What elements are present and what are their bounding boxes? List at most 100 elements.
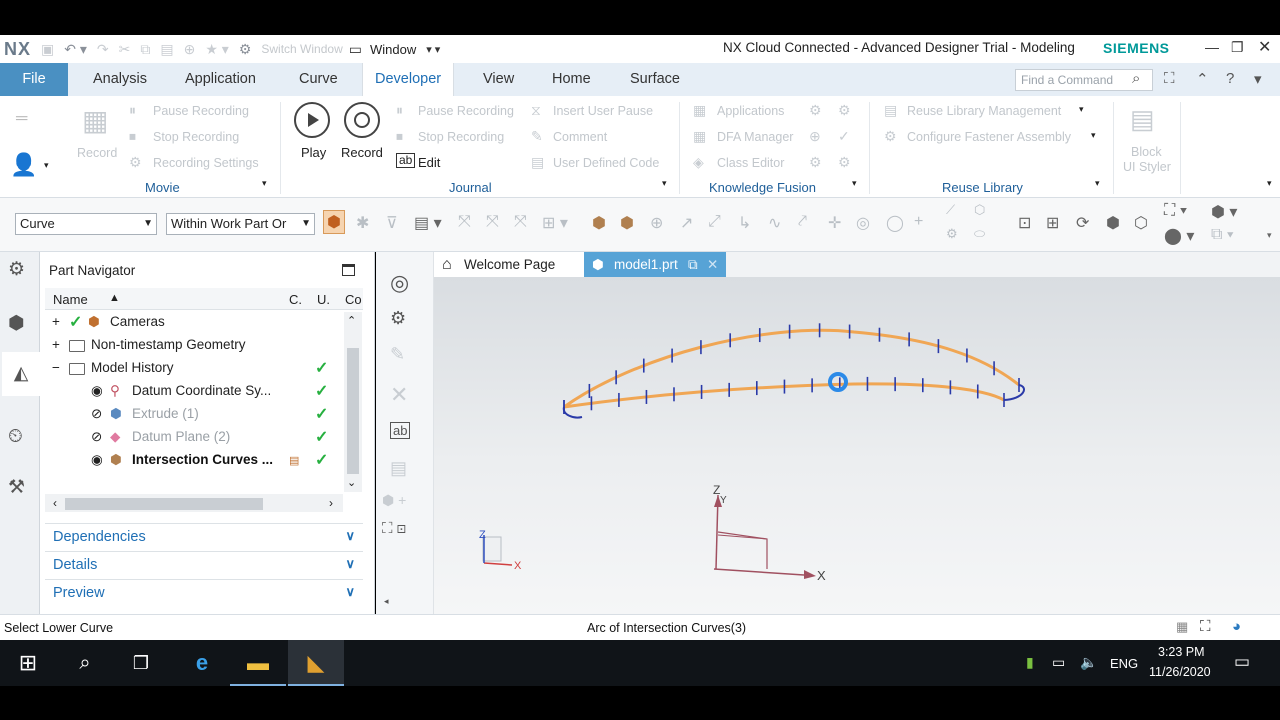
applications-button[interactable]: Applications — [717, 104, 784, 118]
snap-point-icon[interactable]: + — [914, 213, 923, 231]
tree-row-datum-plane[interactable]: ⊘ ◆ Datum Plane (2) ✓ — [45, 426, 345, 449]
snap-point-icon[interactable]: ◎ — [856, 213, 870, 233]
switch-window-button[interactable]: Switch Window — [261, 42, 342, 56]
record-button[interactable]: Record — [341, 145, 383, 160]
graphics-viewport[interactable]: X Z Y X Z — [434, 277, 1280, 614]
type-filter-select[interactable]: Curve ▼ — [15, 213, 157, 235]
expand-icon[interactable]: + — [52, 337, 60, 352]
toolbar-options-chevron-icon[interactable]: ▾ — [1267, 230, 1272, 241]
reuse-library-tool-icon[interactable]: ⚒ — [8, 476, 25, 499]
tree-row-intersection-curves[interactable]: ◉ ⬢ Intersection Curves ... ▤ ✓ — [45, 449, 345, 472]
copy-icon[interactable]: ⧉ — [140, 41, 150, 58]
journal-pause-button[interactable]: Pause Recording — [418, 104, 514, 118]
repeat-command-icon[interactable]: ⊕ — [184, 41, 196, 58]
chevron-down-icon[interactable]: ∨ — [345, 556, 355, 572]
cloud-status-icon[interactable]: ◕ — [1232, 618, 1241, 635]
snap-point-icon[interactable]: ⟋ — [946, 202, 955, 218]
assembly-navigator-icon[interactable]: ⬢ — [8, 312, 25, 335]
preview-panel[interactable]: Preview ∨ — [45, 579, 363, 606]
save-view-icon[interactable]: ▤ — [390, 458, 407, 479]
kf-tool-icon[interactable]: ⊕ — [809, 128, 821, 145]
scroll-right-icon[interactable]: › — [329, 496, 333, 510]
snap-point-icon[interactable]: ⊕ — [650, 213, 663, 233]
knowledge-fusion-chevron-icon[interactable]: ▾ — [852, 178, 857, 189]
dfa-manager-button[interactable]: DFA Manager — [717, 130, 793, 144]
edit-pencil-icon[interactable]: ✎ — [390, 344, 405, 365]
selection-options-icon[interactable]: ▤ ▾ — [414, 213, 442, 233]
filter-reset-icon[interactable]: ⊽ — [386, 213, 398, 233]
snap-point-icon[interactable]: ⬭ — [974, 226, 985, 242]
history-clock-icon[interactable]: ⏲ — [8, 426, 23, 448]
clock-date[interactable]: 11/26/2020 — [1149, 665, 1211, 679]
maximize-icon[interactable] — [342, 264, 355, 276]
snap-point-icon[interactable]: ⤤ — [798, 213, 807, 231]
chevron-down-icon[interactable]: ∨ — [345, 584, 355, 600]
tree-row-non-timestamp[interactable]: + Non-timestamp Geometry — [45, 334, 345, 357]
tab-surface[interactable]: Surface — [618, 63, 692, 96]
touch-mode-icon[interactable]: ⚙ — [239, 41, 252, 58]
clock-time[interactable]: 3:23 PM — [1158, 645, 1205, 659]
notification-icon[interactable]: ▭ — [1234, 652, 1250, 672]
annotation-icon[interactable]: ab — [390, 422, 411, 439]
role-icon[interactable]: 👤 — [10, 152, 37, 178]
full-screen-icon[interactable]: ⛶ — [1164, 70, 1175, 87]
snap-point-icon[interactable]: ⬡ — [974, 202, 985, 218]
snap-point-icon[interactable]: ↳ — [738, 213, 751, 233]
model-canvas[interactable]: X Z Y X Z — [434, 277, 1280, 614]
tab-curve[interactable]: Curve — [287, 63, 350, 96]
record-icon[interactable] — [344, 102, 380, 138]
close-icon[interactable]: ✕ — [1258, 37, 1271, 57]
scroll-left-icon[interactable]: ‹ — [53, 496, 57, 510]
help-icon[interactable]: ? — [1226, 70, 1234, 87]
snap-icon[interactable]: ⊞ ▾ — [542, 213, 568, 233]
snap-point-icon[interactable]: ⤢ — [708, 213, 721, 231]
rotate-icon[interactable]: ⟳ — [1076, 213, 1089, 233]
snap-icon[interactable]: ⤧ — [514, 213, 527, 231]
kf-tool-icon[interactable]: ⚙ — [809, 102, 822, 119]
window-menu-chevron-icon[interactable]: ▾ ▾ — [426, 43, 440, 56]
movie-group-chevron-icon[interactable]: ▾ — [262, 178, 267, 189]
collapse-ribbon-icon[interactable]: ⌃ — [1196, 70, 1209, 88]
insert-user-pause-button[interactable]: Insert User Pause — [553, 104, 653, 118]
save-icon[interactable]: ▣ — [41, 41, 54, 58]
orient-view-icon[interactable]: ⛶ ▾ — [1164, 202, 1187, 220]
part-navigator-icon[interactable]: ◭ — [2, 352, 40, 396]
configure-fastener-assembly-button[interactable]: Configure Fastener Assembly — [907, 130, 1071, 144]
edge-display-icon[interactable]: ⬡ — [1134, 213, 1148, 233]
full-screen-icon[interactable]: ⛶ — [1200, 618, 1211, 635]
snap-point-icon[interactable]: ◯ — [886, 213, 904, 233]
expand-icon[interactable]: + — [52, 314, 60, 329]
play-icon[interactable] — [294, 102, 330, 138]
movie-pause-button[interactable]: Pause Recording — [153, 104, 249, 118]
column-u[interactable]: U. — [317, 292, 330, 307]
undo-icon[interactable]: ↶ ▾ — [64, 41, 87, 58]
snap-point-icon[interactable]: ✛ — [828, 213, 841, 233]
column-co[interactable]: Co — [345, 292, 362, 307]
tab-analysis[interactable]: Analysis — [81, 63, 159, 96]
file-explorer-icon[interactable]: ▬ — [230, 640, 286, 686]
record-circle-icon[interactable]: ◎ — [390, 270, 409, 296]
internet-explorer-icon[interactable]: e — [174, 640, 230, 686]
language-indicator[interactable]: ENG — [1110, 656, 1138, 671]
details-panel[interactable]: Details ∨ — [45, 551, 363, 578]
feature-icon[interactable]: ⬢ — [620, 213, 634, 233]
tab-application[interactable]: Application — [173, 63, 268, 96]
zoom-icon[interactable]: ⊞ — [1046, 213, 1059, 233]
journal-group-chevron-icon[interactable]: ▾ — [662, 178, 667, 189]
tab-welcome-page[interactable]: ⌂ Welcome Page — [434, 252, 584, 277]
fit-window-icon[interactable]: ⛶ ⊡ — [382, 520, 406, 537]
kf-tool-icon[interactable]: ⚙ — [838, 154, 851, 171]
column-name[interactable]: Name — [53, 292, 88, 307]
favorites-icon[interactable]: ★ ▾ — [205, 41, 228, 58]
column-c[interactable]: C. — [289, 292, 302, 307]
snap-point-icon[interactable]: ∿ — [768, 213, 781, 233]
vertical-scroll-thumb[interactable] — [347, 348, 359, 474]
eye-icon[interactable]: ◉ — [91, 452, 103, 468]
edit-button[interactable]: Edit — [418, 155, 440, 170]
sort-ascending-icon[interactable]: ▲ — [109, 292, 120, 304]
chevron-down-icon[interactable]: ∨ — [345, 528, 355, 544]
tab-model1-prt[interactable]: ⬢ model1.prt ⧉ ✕ — [584, 252, 726, 277]
nx-app-icon[interactable]: ◣ — [288, 640, 344, 686]
fastener-chevron-icon[interactable]: ▾ — [1091, 130, 1096, 141]
menu-icon[interactable]: ═ — [16, 110, 27, 128]
